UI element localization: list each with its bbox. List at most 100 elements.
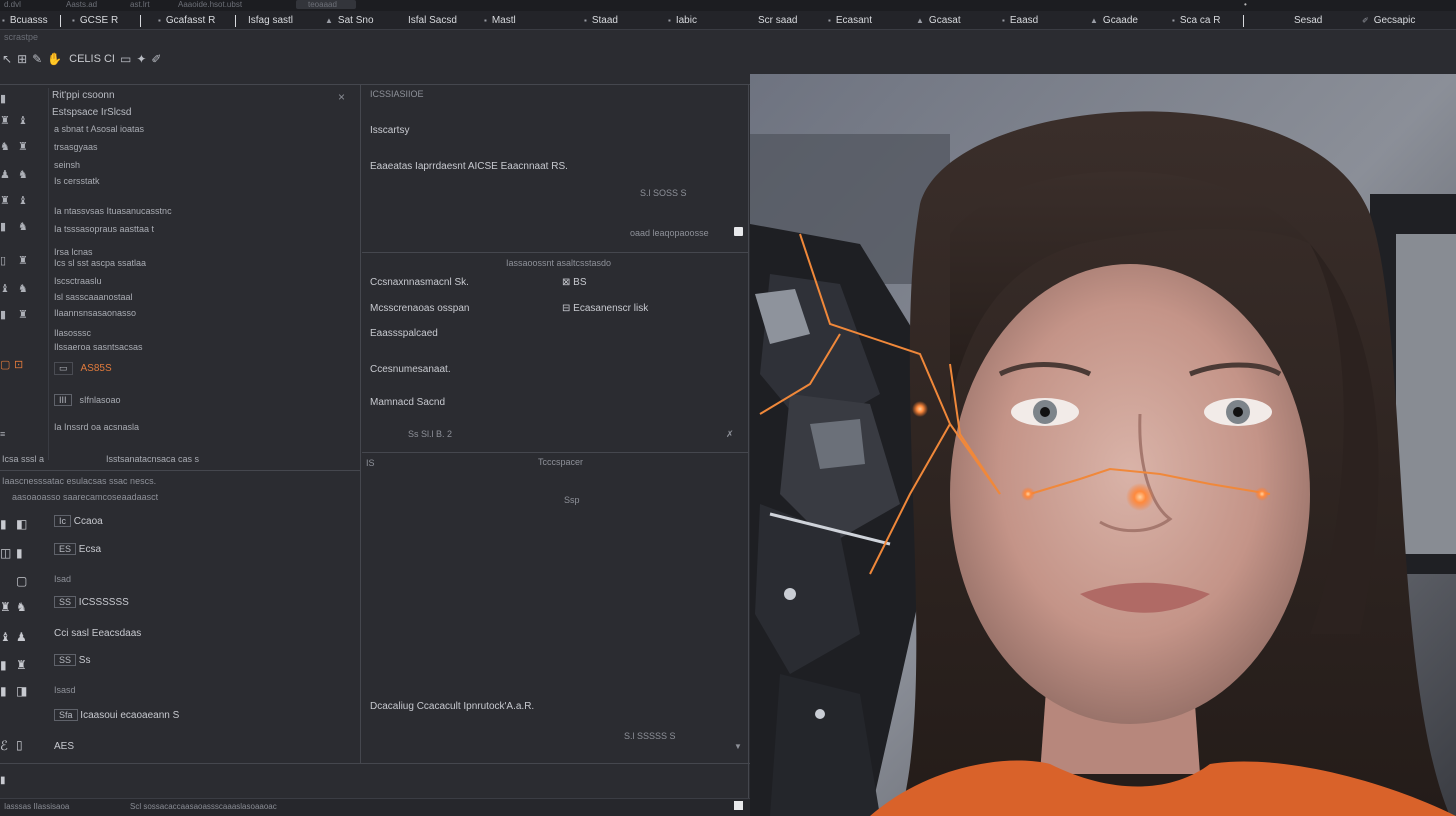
panel-right-divider	[748, 84, 749, 798]
menu-item-6[interactable]: ▪ Mastl	[484, 11, 516, 30]
menu-separator	[140, 15, 141, 27]
status-square-icon[interactable]	[734, 801, 743, 810]
layer-icon[interactable]: ♜	[0, 600, 11, 614]
layer-item[interactable]: Ic Ccaoa	[54, 515, 103, 527]
figure-icon[interactable]: ♜	[18, 254, 28, 267]
monitor-icon[interactable]: ⊡	[14, 358, 23, 371]
settings-header: Iassaoossnt asaltcsstasdo	[506, 258, 612, 268]
menu-item-9[interactable]: Scr saad	[758, 11, 797, 30]
menu-item-12[interactable]: ▪ Eaasd	[1002, 11, 1038, 30]
figure-icon[interactable]: ▮	[0, 308, 6, 321]
layer-icon[interactable]: ♜	[16, 658, 27, 672]
preview-panel: IS Tcccspacer Ssp Dcacaliug Ccacacult Ip…	[362, 452, 748, 762]
value-box[interactable]: III	[54, 394, 72, 406]
setting-label: Mcsscrenaoas osspan	[370, 303, 470, 314]
layer-item[interactable]: ES Ecsa	[54, 543, 101, 555]
layer-item[interactable]: AES	[54, 741, 74, 752]
layer-icon[interactable]: ▮	[0, 517, 7, 531]
layer-icon[interactable]: ◫	[0, 546, 11, 560]
figure-icon[interactable]: ♝	[18, 194, 28, 207]
layer-icon[interactable]: ▮	[0, 684, 7, 698]
figure-icon[interactable]: ♜	[18, 308, 28, 321]
layer-item[interactable]: Cci sasl Eeacsdaas	[54, 628, 141, 639]
info-panel: ICSSIASIIOE Isscartsy Eaaeatas Iaprrdaes…	[362, 84, 748, 252]
layer-icon[interactable]: ◧	[16, 517, 27, 531]
menu-item-4[interactable]: ▲ Sat Sno	[325, 11, 374, 30]
property-row: Ilasosssc	[54, 328, 92, 338]
render-viewport[interactable]	[750, 74, 1456, 816]
menu-item-16[interactable]: ✐ Gecsapic	[1362, 11, 1415, 30]
layer-icon[interactable]: ♝	[0, 630, 11, 644]
layers-panel: Iaascnesssatac esulacsas ssac nescs. aas…	[0, 470, 360, 762]
menu-item-0[interactable]: ▪ Bcuasss	[2, 11, 48, 30]
menu-item-10[interactable]: ▪ Ecasant	[828, 11, 872, 30]
figure-icon[interactable]: ♜	[0, 114, 10, 127]
frame-icon[interactable]: ▭	[120, 52, 131, 66]
menu-item-11[interactable]: ▲ Gcasat	[916, 11, 961, 30]
menu-item-2[interactable]: ▪ Gcafasst R	[158, 11, 215, 30]
layers-header: Iaascnesssatac esulacsas ssac nescs.	[2, 476, 157, 486]
grid-icon[interactable]: ⊞	[17, 52, 27, 66]
glow-dot	[912, 401, 928, 417]
layer-item[interactable]: Isasd	[54, 685, 76, 695]
chevron-down-icon[interactable]: ▼	[734, 742, 742, 751]
figure-icon[interactable]: ♞	[18, 282, 28, 295]
checkbox[interactable]	[734, 227, 743, 236]
camera-icon[interactable]: ▢	[0, 358, 10, 371]
list-icon[interactable]: ≡	[0, 429, 5, 439]
figure-icon[interactable]: ♟	[0, 168, 10, 181]
edit-icon[interactable]: ✗	[726, 429, 734, 440]
property-row: Iscsctraaslu	[54, 276, 102, 286]
pen-icon[interactable]: ✐	[151, 52, 161, 66]
layer-icon[interactable]: ▮	[16, 546, 23, 560]
layer-icon[interactable]: ◨	[16, 684, 27, 698]
menu-item-8[interactable]: ▪ Iabic	[668, 11, 697, 30]
property-row: Ilssaeroa sasntsacsas	[54, 342, 143, 352]
hand-icon[interactable]: ✋	[47, 52, 62, 66]
figure-icon[interactable]: ▮	[0, 220, 6, 233]
layer-icon[interactable]: ▯	[16, 738, 23, 752]
figure-icon[interactable]: ♜	[18, 140, 28, 153]
property-row: a sbnat t Asosal ioatas	[54, 124, 145, 134]
boxed-label: sIfnlasoao	[79, 395, 121, 405]
menu-item-14[interactable]: ▪ Sca ca R	[1172, 11, 1220, 30]
menu-item-5[interactable]: Isfal Sacsd	[408, 11, 457, 30]
layer-icon[interactable]: ♟	[16, 630, 27, 644]
layer-label: Ss	[78, 655, 91, 666]
layer-item[interactable]: Sfa Icaasoui ecaoaeann S	[54, 709, 179, 721]
pointer-icon[interactable]: ↖	[2, 52, 12, 66]
figure-icon[interactable]: ♝	[0, 282, 10, 295]
panel-footer-left: Icsa sssl a	[2, 454, 45, 464]
figure-icon[interactable]: ♞	[0, 140, 10, 153]
star-icon[interactable]: ✦	[136, 52, 146, 66]
menu-item-3[interactable]: Isfag sastl	[248, 11, 293, 30]
value-box[interactable]: ▭	[54, 362, 73, 375]
orange-value: AS85S	[80, 363, 112, 374]
layer-item[interactable]: SS Ss	[54, 654, 91, 666]
layer-icon[interactable]: ▮	[0, 658, 7, 672]
figure-icon[interactable]: ♞	[18, 220, 28, 233]
layer-icon[interactable]: ℰ	[0, 738, 8, 754]
figure-icon[interactable]: ♝	[18, 114, 28, 127]
menu-item-13[interactable]: ▲ Gcaade	[1090, 11, 1138, 30]
layer-item[interactable]: Isad	[54, 574, 71, 584]
layer-icon[interactable]: ♞	[16, 600, 27, 614]
properties-panel: Rit'ppi csoonn × Estspsace IrSlcsd ▮ ♜ ♝ …	[0, 84, 360, 470]
figure-icon[interactable]: ♞	[18, 168, 28, 181]
layer-item[interactable]: SS ICSSSSSS	[54, 596, 129, 608]
toolbar-label: CELIS CI	[69, 53, 115, 65]
menu-glyph-icon: ▪	[1172, 16, 1175, 25]
close-icon[interactable]: ×	[338, 90, 345, 104]
figure-icon[interactable]: ♜	[0, 194, 10, 207]
layer-icon[interactable]: ▮	[0, 92, 6, 105]
layer-icon[interactable]: ▢	[16, 574, 27, 588]
info-line: Eaaeatas Iaprrdaesnt AICSE Eaacnnaat RS.	[370, 161, 568, 172]
menu-item-15[interactable]: Sesad	[1294, 11, 1322, 30]
title-item: teoaaad	[308, 0, 337, 9]
document-icon[interactable]: ▮	[0, 775, 6, 786]
menu-item-7[interactable]: ▪ Staad	[584, 11, 618, 30]
window-title-strip: d.dvl Aasts.ad ast.lrt Aaaoide.hsot.ubst…	[0, 0, 1456, 11]
brush-icon[interactable]: ✎	[32, 52, 42, 66]
figure-icon[interactable]: ▯	[0, 254, 6, 267]
menu-item-1[interactable]: ▪ GCSE R	[72, 11, 118, 30]
